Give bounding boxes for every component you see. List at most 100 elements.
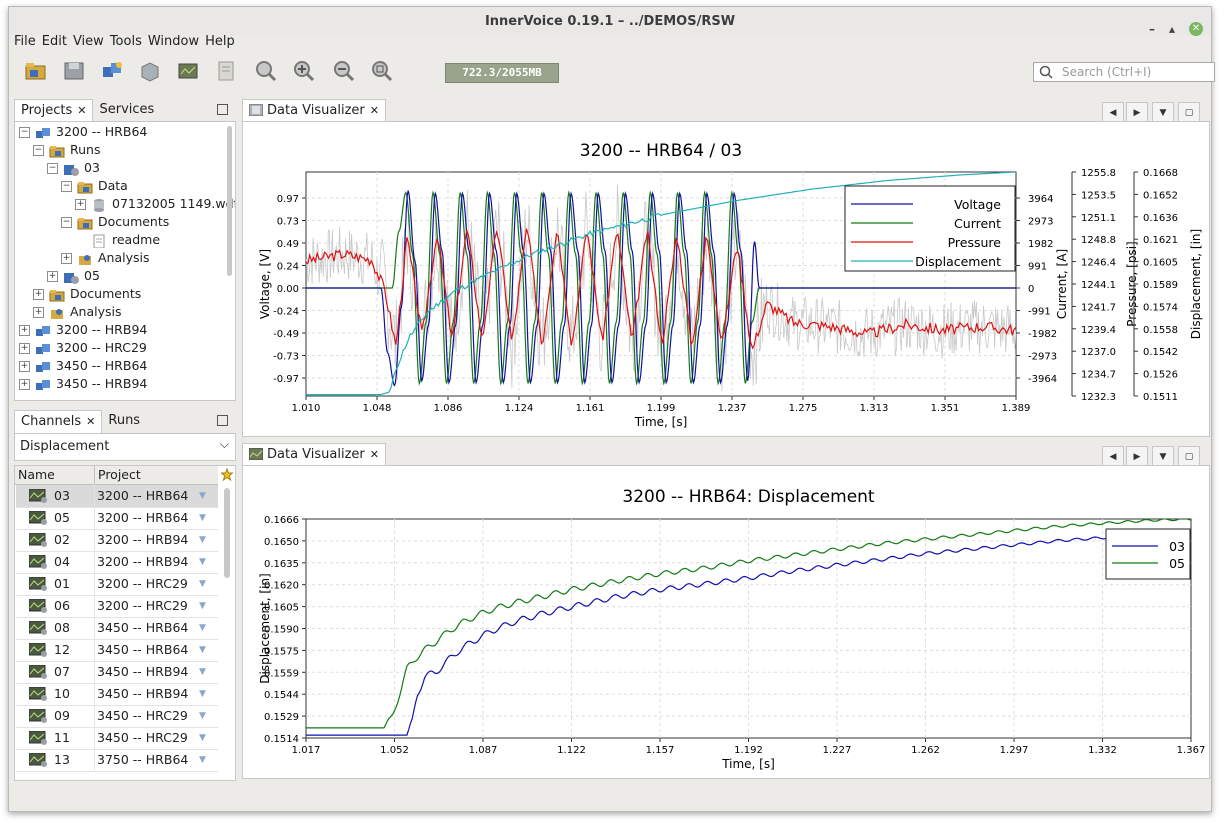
- table-row[interactable]: 12 3450 -- HRB64 ▼: [16, 638, 218, 662]
- chart-displacement[interactable]: 3200 -- HRB64: Displacement 1.017 1.052 1.0…: [243, 466, 1209, 778]
- tree-item[interactable]: − Runs: [33, 141, 100, 159]
- save-icon[interactable]: [61, 59, 87, 83]
- y2-tick-label: 0: [1028, 284, 1034, 295]
- tree-item[interactable]: readme: [75, 231, 160, 249]
- collapse-icon[interactable]: −: [61, 217, 72, 228]
- dropdown-arrow-icon[interactable]: ▼: [199, 661, 206, 683]
- search-input[interactable]: Search (Ctrl+I): [1033, 62, 1215, 82]
- dropdown-arrow-icon[interactable]: ▼: [199, 529, 206, 551]
- tree-item[interactable]: − Data: [61, 177, 128, 195]
- menu-file[interactable]: File: [11, 34, 39, 52]
- table-row[interactable]: 11 3450 -- HRC29 ▼: [16, 726, 218, 750]
- expand-icon[interactable]: +: [33, 307, 44, 318]
- expand-icon[interactable]: +: [19, 379, 30, 390]
- table-row[interactable]: 13 3750 -- HRB64 ▼: [16, 748, 218, 772]
- tree-scrollbar[interactable]: [227, 126, 232, 276]
- table-row[interactable]: 07 3450 -- HRB94 ▼: [16, 660, 218, 684]
- tree-item[interactable]: +3450 -- HRB64: [19, 357, 147, 375]
- collapse-icon[interactable]: −: [33, 145, 44, 156]
- collapse-icon[interactable]: −: [47, 163, 58, 174]
- tree-item[interactable]: − Documents: [61, 213, 169, 231]
- table-row[interactable]: 03 3200 -- HRB64 ▼: [16, 484, 218, 508]
- tree-item[interactable]: + Analysis: [61, 249, 150, 267]
- expand-icon[interactable]: +: [33, 289, 44, 300]
- column-header-name[interactable]: Name: [15, 466, 95, 485]
- expand-icon[interactable]: +: [19, 361, 30, 372]
- dropdown-arrow-icon[interactable]: ▼: [199, 639, 206, 661]
- table-row[interactable]: 10 3450 -- HRB94 ▼: [16, 682, 218, 706]
- table-row[interactable]: 02 3200 -- HRB94 ▼: [16, 528, 218, 552]
- channels-scrollbar[interactable]: [224, 488, 230, 578]
- tree-item[interactable]: +3200 -- HRC29: [19, 339, 147, 357]
- tab-projects[interactable]: Projects ✕: [14, 98, 94, 122]
- star-icon[interactable]: [221, 468, 233, 482]
- tree-item[interactable]: +3200 -- HRB94: [19, 321, 147, 339]
- tree-item[interactable]: + Documents: [33, 285, 141, 303]
- zoom-icon[interactable]: [253, 59, 279, 83]
- menu-view[interactable]: View: [70, 34, 107, 52]
- document-icon[interactable]: [213, 59, 239, 83]
- tree-item[interactable]: +3450 -- HRB94: [19, 375, 147, 393]
- close-tab-icon[interactable]: ✕: [370, 448, 379, 461]
- menu-help[interactable]: Help: [202, 34, 238, 52]
- tree-item[interactable]: − 3200 -- HRB64: [19, 123, 147, 141]
- dropdown-arrow-icon[interactable]: ▼: [199, 617, 206, 639]
- minimize-panel-icon[interactable]: [217, 104, 228, 115]
- chart-multiaxis[interactable]: 3200 -- HRB64 / 03 1.010 1.048 1.086 1.124 1.…: [243, 122, 1209, 436]
- dropdown-arrow-icon[interactable]: ▼: [199, 507, 206, 529]
- maximize-icon[interactable]: ▴: [1169, 14, 1175, 44]
- expand-icon[interactable]: +: [19, 343, 30, 354]
- column-header-project[interactable]: Project: [95, 466, 218, 485]
- dropdown-arrow-icon[interactable]: ▼: [199, 683, 206, 705]
- tree-item[interactable]: + Analysis: [33, 303, 122, 321]
- channel-select[interactable]: Displacement ⌵: [14, 433, 236, 461]
- minimize-panel-icon[interactable]: [217, 415, 228, 426]
- collapse-icon[interactable]: −: [19, 127, 30, 138]
- menu-window[interactable]: Window: [145, 34, 202, 52]
- tab-data-visualizer[interactable]: Data Visualizer ✕: [242, 442, 386, 466]
- open-project-icon[interactable]: [23, 59, 49, 83]
- tree-item[interactable]: +05: [47, 267, 100, 285]
- zoom-out-icon[interactable]: [331, 59, 357, 83]
- tree-item[interactable]: +07132005 1149.wdf: [75, 195, 235, 213]
- dropdown-arrow-icon[interactable]: ▼: [199, 749, 206, 771]
- cube-icon[interactable]: [137, 59, 163, 83]
- expand-icon[interactable]: +: [47, 271, 58, 282]
- projects-tree[interactable]: − 3200 -- HRB64 − Runs − 03 − Data +07132005 114…: [14, 121, 236, 401]
- tab-channels-label: Channels: [21, 413, 82, 429]
- menu-tools[interactable]: Tools: [107, 34, 145, 52]
- new-project-icon[interactable]: [99, 59, 125, 83]
- table-row[interactable]: 09 3450 -- HRC29 ▼: [16, 704, 218, 728]
- close-icon[interactable]: ✕: [1189, 22, 1203, 36]
- memory-indicator[interactable]: 722.3/2055MB: [445, 63, 559, 83]
- table-row[interactable]: 04 3200 -- HRB94 ▼: [16, 550, 218, 574]
- dropdown-arrow-icon[interactable]: ▼: [199, 551, 206, 573]
- dropdown-arrow-icon[interactable]: ▼: [199, 485, 206, 507]
- table-row[interactable]: 08 3450 -- HRB64 ▼: [16, 616, 218, 640]
- table-row[interactable]: 01 3200 -- HRC29 ▼: [16, 572, 218, 596]
- tab-runs[interactable]: Runs: [102, 410, 146, 432]
- dropdown-arrow-icon[interactable]: ▼: [199, 727, 206, 749]
- zoom-in-icon[interactable]: [291, 59, 317, 83]
- expand-icon[interactable]: +: [75, 199, 86, 210]
- menu-edit[interactable]: Edit: [39, 34, 70, 52]
- chart-window-icon[interactable]: [175, 59, 201, 83]
- table-row[interactable]: 06 3200 -- HRC29 ▼: [16, 594, 218, 618]
- channel-name: 07: [54, 664, 70, 679]
- tab-services[interactable]: Services: [93, 99, 160, 121]
- minimize-icon[interactable]: –: [1149, 14, 1155, 44]
- tab-channels[interactable]: Channels ✕: [14, 409, 103, 433]
- tab-data-visualizer[interactable]: Data Visualizer ✕: [242, 98, 386, 122]
- close-tab-icon[interactable]: ✕: [86, 415, 95, 428]
- table-row[interactable]: 05 3200 -- HRB64 ▼: [16, 506, 218, 530]
- dropdown-arrow-icon[interactable]: ▼: [199, 595, 206, 617]
- close-tab-icon[interactable]: ✕: [77, 104, 86, 117]
- close-tab-icon[interactable]: ✕: [370, 104, 379, 117]
- dropdown-arrow-icon[interactable]: ▼: [199, 705, 206, 727]
- dropdown-arrow-icon[interactable]: ▼: [199, 573, 206, 595]
- expand-icon[interactable]: +: [61, 253, 72, 264]
- expand-icon[interactable]: +: [19, 325, 30, 336]
- zoom-fit-icon[interactable]: [369, 59, 395, 83]
- collapse-icon[interactable]: −: [61, 181, 72, 192]
- tree-item[interactable]: − 03: [47, 159, 100, 177]
